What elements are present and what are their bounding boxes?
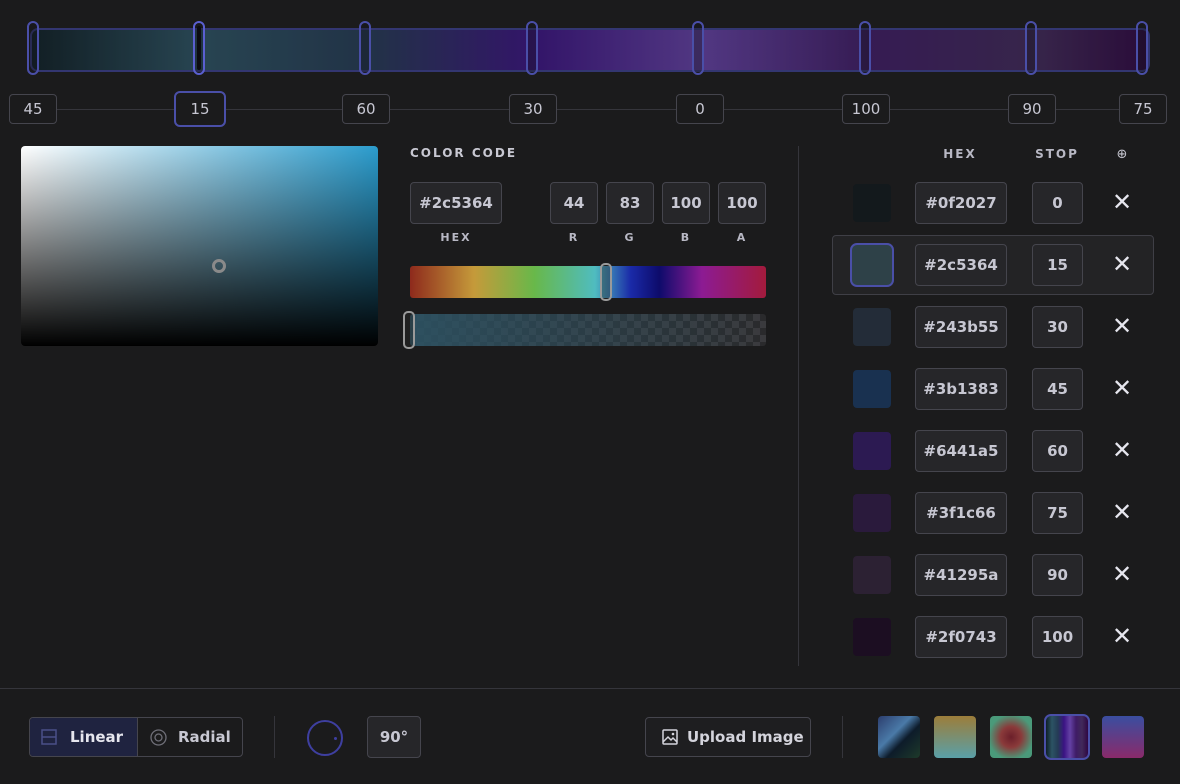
toolbar-separator bbox=[274, 716, 275, 758]
hue-slider-thumb[interactable] bbox=[600, 263, 612, 301]
remove-stop-icon[interactable]: ✕ bbox=[1112, 190, 1132, 214]
gradient-stop-handle[interactable] bbox=[859, 21, 871, 75]
upload-image-button[interactable]: Upload Image bbox=[645, 717, 811, 757]
green-label: G bbox=[624, 231, 636, 244]
stop-position-input[interactable]: 15 bbox=[1032, 244, 1083, 286]
remove-stop-icon[interactable]: ✕ bbox=[1112, 438, 1132, 462]
radial-label: Radial bbox=[178, 728, 231, 746]
stop-hex-input[interactable]: #41295a bbox=[915, 554, 1007, 596]
gradient-preset-swatch[interactable] bbox=[1044, 714, 1090, 760]
angle-input[interactable]: 90° bbox=[367, 716, 421, 758]
stop-color-swatch[interactable] bbox=[853, 618, 891, 656]
red-input[interactable]: 44 bbox=[550, 182, 598, 224]
gradient-stop-handle[interactable] bbox=[1136, 21, 1148, 75]
toolbar-separator-2 bbox=[842, 716, 843, 758]
gradient-stop-handle[interactable] bbox=[193, 21, 205, 75]
saturation-value-area[interactable] bbox=[21, 146, 378, 346]
angle-dial[interactable] bbox=[307, 720, 343, 756]
stop-hex-input[interactable]: #0f2027 bbox=[915, 182, 1007, 224]
gradient-stop-handle[interactable] bbox=[526, 21, 538, 75]
stop-hex-input[interactable]: #3f1c66 bbox=[915, 492, 1007, 534]
stop-color-swatch[interactable] bbox=[850, 243, 894, 287]
remove-stop-icon[interactable]: ✕ bbox=[1112, 562, 1132, 586]
alpha-label: A bbox=[736, 231, 748, 244]
toolbar-divider bbox=[0, 688, 1180, 689]
hue-slider[interactable] bbox=[410, 266, 766, 298]
gradient-preset-swatch[interactable] bbox=[990, 716, 1032, 758]
gradient-stop-handle[interactable] bbox=[27, 21, 39, 75]
stop-position-label[interactable]: 15 bbox=[174, 91, 226, 127]
color-code-title: COLOR CODE bbox=[410, 146, 518, 160]
stop-position-input[interactable]: 90 bbox=[1032, 554, 1083, 596]
remove-stop-icon[interactable]: ✕ bbox=[1112, 314, 1132, 338]
radial-icon bbox=[150, 729, 167, 746]
gradient-preset-swatch[interactable] bbox=[878, 716, 920, 758]
blue-label: B bbox=[680, 231, 692, 244]
stop-color-swatch[interactable] bbox=[853, 494, 891, 532]
list-header-hex: HEX bbox=[943, 147, 977, 161]
gradient-preset-swatch[interactable] bbox=[1102, 716, 1144, 758]
stop-position-input[interactable]: 0 bbox=[1032, 182, 1083, 224]
alpha-slider-thumb[interactable] bbox=[403, 311, 415, 349]
hex-label: HEX bbox=[440, 231, 472, 244]
stop-position-input[interactable]: 60 bbox=[1032, 430, 1083, 472]
stop-hex-input[interactable]: #243b55 bbox=[915, 306, 1007, 348]
stop-position-label[interactable]: 75 bbox=[1119, 94, 1167, 124]
stop-position-label[interactable]: 60 bbox=[342, 94, 390, 124]
stop-position-label[interactable]: 100 bbox=[842, 94, 890, 124]
hex-input[interactable]: #2c5364 bbox=[410, 182, 502, 224]
linear-button[interactable]: Linear bbox=[30, 718, 137, 756]
gradient-stop-handle[interactable] bbox=[692, 21, 704, 75]
stop-color-swatch[interactable] bbox=[853, 556, 891, 594]
image-icon bbox=[662, 729, 678, 745]
remove-stop-icon[interactable]: ✕ bbox=[1112, 376, 1132, 400]
stop-position-label[interactable]: 90 bbox=[1008, 94, 1056, 124]
gradient-stop-handle[interactable] bbox=[359, 21, 371, 75]
radial-button[interactable]: Radial bbox=[138, 718, 242, 756]
list-header-stop: STOP bbox=[1035, 147, 1079, 161]
panel-divider bbox=[798, 146, 799, 666]
gradient-type-toggle: Linear Radial bbox=[29, 717, 243, 757]
stop-position-input[interactable]: 75 bbox=[1032, 492, 1083, 534]
stop-position-input[interactable]: 100 bbox=[1032, 616, 1083, 658]
gradient-preset-swatch[interactable] bbox=[934, 716, 976, 758]
stop-color-swatch[interactable] bbox=[853, 370, 891, 408]
upload-image-label: Upload Image bbox=[687, 728, 804, 746]
red-label: R bbox=[568, 231, 580, 244]
remove-stop-icon[interactable]: ✕ bbox=[1112, 624, 1132, 648]
stop-color-swatch[interactable] bbox=[853, 308, 891, 346]
stop-hex-input[interactable]: #2c5364 bbox=[915, 244, 1007, 286]
remove-stop-icon[interactable]: ✕ bbox=[1112, 252, 1132, 276]
linear-icon bbox=[41, 729, 57, 745]
stop-hex-input[interactable]: #6441a5 bbox=[915, 430, 1007, 472]
linear-label: Linear bbox=[70, 728, 124, 746]
add-stop-icon[interactable]: ⊕ bbox=[1112, 147, 1132, 162]
alpha-input[interactable]: 100 bbox=[718, 182, 766, 224]
blue-input[interactable]: 100 bbox=[662, 182, 710, 224]
remove-stop-icon[interactable]: ✕ bbox=[1112, 500, 1132, 524]
stop-position-input[interactable]: 30 bbox=[1032, 306, 1083, 348]
stop-color-swatch[interactable] bbox=[853, 184, 891, 222]
stop-position-input[interactable]: 45 bbox=[1032, 368, 1083, 410]
green-input[interactable]: 83 bbox=[606, 182, 654, 224]
stop-position-label[interactable]: 45 bbox=[9, 94, 57, 124]
stop-position-label[interactable]: 0 bbox=[676, 94, 724, 124]
stop-color-swatch[interactable] bbox=[853, 432, 891, 470]
alpha-slider[interactable] bbox=[410, 314, 766, 346]
color-picker-cursor[interactable] bbox=[212, 259, 226, 273]
stop-hex-input[interactable]: #2f0743 bbox=[915, 616, 1007, 658]
stop-hex-input[interactable]: #3b1383 bbox=[915, 368, 1007, 410]
stop-position-label[interactable]: 30 bbox=[509, 94, 557, 124]
gradient-stop-handle[interactable] bbox=[1025, 21, 1037, 75]
